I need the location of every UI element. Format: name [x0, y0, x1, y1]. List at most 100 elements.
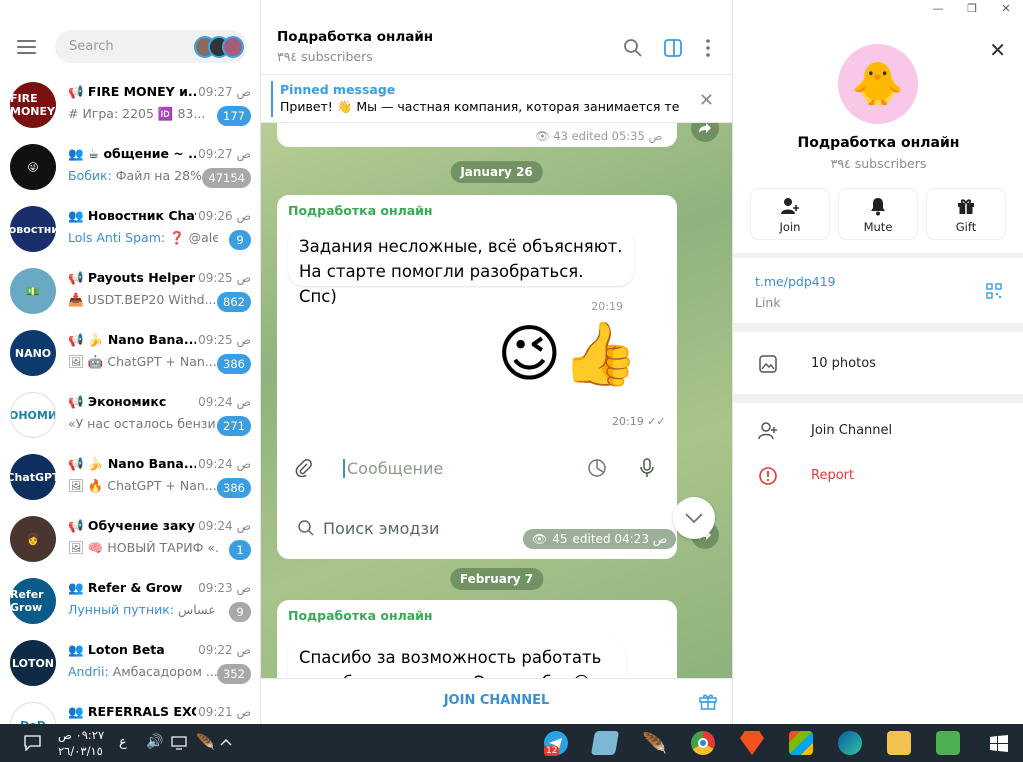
join-channel-row[interactable]: Join Channel — [733, 411, 1023, 451]
message-bubble[interactable]: 👁 43 edited 05:35 ص — [277, 123, 677, 147]
menu-icon[interactable] — [17, 40, 36, 54]
chat-avatar[interactable]: DoD — [10, 702, 56, 724]
chat-avatar[interactable]: Новостник — [10, 206, 56, 252]
window-controls: — ❐ ✕ — [921, 0, 1023, 18]
feather-app-icon[interactable]: 🪶 — [196, 733, 215, 751]
forward-icon[interactable] — [691, 123, 719, 142]
chevron-up-icon[interactable] — [220, 738, 232, 746]
emoji-time-text: 20:19 — [612, 415, 644, 428]
photos-row[interactable]: 10 photos — [733, 344, 1023, 384]
chat-time: 09:24 ص — [198, 395, 251, 409]
media-section: 10 photos — [733, 332, 1023, 394]
chat-list-item[interactable]: NANO 📢 🍌 Nano Bana... 09:25 ص 🖼 🤖 ChatGPT +… — [0, 322, 260, 384]
view-count: 43 — [553, 129, 568, 143]
chat-avatar[interactable]: 💵 — [10, 268, 56, 314]
chat-preview: Andrii: Амбасадором ... — [68, 664, 218, 679]
chat-avatar[interactable]: Refer Grow — [10, 578, 56, 624]
chat-preview: Бобик: Файл на 28%... — [68, 168, 214, 183]
message-meta: 👁 43 edited 05:35 ص — [535, 129, 663, 143]
chat-list-item[interactable]: LOTON 👥 Loton Beta 09:22 ص Andrii: Амбасадо… — [0, 632, 260, 694]
channel-link[interactable]: t.me/pdp419 — [755, 274, 836, 289]
chrome-taskbar-icon[interactable] — [691, 731, 715, 755]
stories-avatars[interactable] — [194, 35, 244, 58]
chat-time: 09:25 ص — [198, 271, 251, 285]
chat-list-item[interactable]: FIRE MONEY 📢 FIRE MONEY и... 09:27 ص # Игра… — [0, 74, 260, 136]
report-row[interactable]: Report — [733, 456, 1023, 496]
edited-time: edited 05:35 ص — [571, 129, 663, 143]
quoted-text: Спасибо за возможность работать в свобод… — [299, 648, 602, 678]
edge-taskbar-icon[interactable] — [838, 731, 862, 755]
chat-list-item[interactable]: 😜 👥 ☕ общение ~ ... 09:27 ص Бобик: Файл на … — [0, 136, 260, 198]
join-channel-button[interactable]: JOIN CHANNEL — [261, 693, 732, 708]
qr-code-icon[interactable] — [986, 283, 1002, 299]
file-explorer-taskbar-icon[interactable] — [887, 731, 911, 755]
chat-list-item[interactable]: Refer Grow 👥 Refer & Grow 09:23 ص Лунный пу… — [0, 570, 260, 632]
taskbar-time[interactable]: ٠٩:٢٧ ص — [58, 728, 104, 742]
notification-icon[interactable] — [24, 735, 41, 751]
chat-avatar[interactable]: FIRE MONEY — [10, 82, 56, 128]
join-channel-label: Join Channel — [811, 423, 893, 438]
chat-list-item[interactable]: Новостник 👥 Новостник Chat09:26 ص Lols Ant… — [0, 198, 260, 260]
chat-list-item[interactable]: DoD 👥 REFERRALS EXC...09:21 ص — [0, 694, 260, 724]
close-pinned-icon[interactable]: ✕ — [699, 90, 714, 111]
notepad-taskbar-icon[interactable] — [590, 731, 620, 755]
mute-button[interactable]: Mute — [839, 189, 917, 239]
channel-avatar[interactable]: 🐥 — [838, 44, 918, 124]
minimize-button[interactable]: — — [921, 0, 955, 18]
chat-avatar[interactable]: NANO — [10, 330, 56, 376]
conversation-panel: Подработка онлайн ٣٩٤ subscribers Pinned… — [261, 0, 732, 724]
chat-avatar[interactable]: LOTON — [10, 640, 56, 686]
chat-preview: # Игра: 2205 🆔 83... — [68, 106, 206, 121]
search-icon[interactable] — [622, 37, 644, 59]
chat-list-item[interactable]: ChatGPT 📢 🍌 Nano Bana...09:24 ص 🖼 🔥 ChatGP… — [0, 446, 260, 508]
chat-name: 👥 Loton Beta — [68, 642, 165, 657]
chat-avatar[interactable]: ChatGPT — [10, 454, 56, 500]
language-indicator[interactable]: ع — [119, 735, 127, 750]
close-window-button[interactable]: ✕ — [989, 0, 1023, 18]
bell-icon — [871, 198, 885, 216]
message-sender[interactable]: Подработка онлайн — [288, 203, 433, 218]
conversation-header[interactable]: Подработка онлайн ٣٩٤ subscribers — [261, 0, 732, 75]
taskbar-date[interactable]: ٢٦/٠٣/١٥ — [58, 744, 103, 758]
feather-taskbar-icon[interactable]: 🪶 — [642, 731, 667, 755]
gift-button[interactable]: Gift — [927, 189, 1005, 239]
chat-avatar[interactable]: 👩 — [10, 516, 56, 562]
chat-avatar[interactable]: ЭКОНОМИКС — [10, 392, 56, 438]
more-options-icon[interactable] — [697, 37, 719, 59]
sidebar-toggle-icon[interactable] — [662, 37, 684, 59]
chat-name: 👥 Refer & Grow — [68, 580, 183, 595]
brave-taskbar-icon[interactable] — [740, 731, 764, 755]
scroll-down-button[interactable] — [673, 497, 715, 539]
pinned-bar — [271, 81, 273, 117]
chat-avatar[interactable]: 😜 — [10, 144, 56, 190]
volume-icon[interactable]: 🔊 — [146, 734, 163, 750]
message-sender[interactable]: Подработка онлайн — [288, 608, 433, 623]
windows-start-icon[interactable] — [990, 735, 1008, 752]
chat-list-item[interactable]: ЭКОНОМИКС 📢 Экономикс 09:24 ص «У нас остало… — [0, 384, 260, 446]
chat-preview: «У нас осталось бензи... — [68, 416, 218, 431]
store-taskbar-icon[interactable] — [789, 731, 813, 755]
pinned-message[interactable]: Pinned message Привет! 👋 Мы — частная ко… — [261, 75, 732, 123]
game-taskbar-icon[interactable] — [936, 731, 960, 755]
chat-time: 09:27 ص — [198, 85, 251, 99]
story-avatar[interactable] — [222, 35, 244, 58]
unread-badge: 1 — [229, 540, 251, 560]
date-chip: January 26 — [450, 161, 543, 183]
chat-time: 09:24 ص — [198, 519, 251, 533]
chat-title[interactable]: Подработка онлайн — [277, 29, 433, 45]
emoji-search-placeholder: Поиск эмодзи — [323, 518, 440, 538]
chat-subscribers: ٣٩٤ subscribers — [277, 49, 373, 64]
close-icon[interactable]: ✕ — [989, 38, 1006, 62]
chat-name: 👥 ☕ общение ~ ... — [68, 146, 196, 161]
photos-count: 10 photos — [811, 356, 876, 371]
join-button[interactable]: Join — [751, 189, 829, 239]
chat-list-item[interactable]: 👩 📢 Обучение заку... 09:24 ص 🖼 🧠 НОВЫЙ ТАРИ… — [0, 508, 260, 570]
gift-icon[interactable] — [698, 691, 718, 711]
pinned-text: Привет! 👋 Мы — частная компания, которая… — [280, 99, 680, 114]
network-icon[interactable] — [171, 736, 187, 750]
telegram-taskbar-icon[interactable]: 12 — [544, 731, 568, 756]
maximize-button[interactable]: ❐ — [955, 0, 989, 18]
add-user-icon — [781, 198, 799, 214]
search-input[interactable]: Search — [55, 30, 247, 63]
chat-list-item[interactable]: 💵 📢 Payouts Helper™ 09:25 ص 📥 USDT.BEP20 Wi… — [0, 260, 260, 322]
